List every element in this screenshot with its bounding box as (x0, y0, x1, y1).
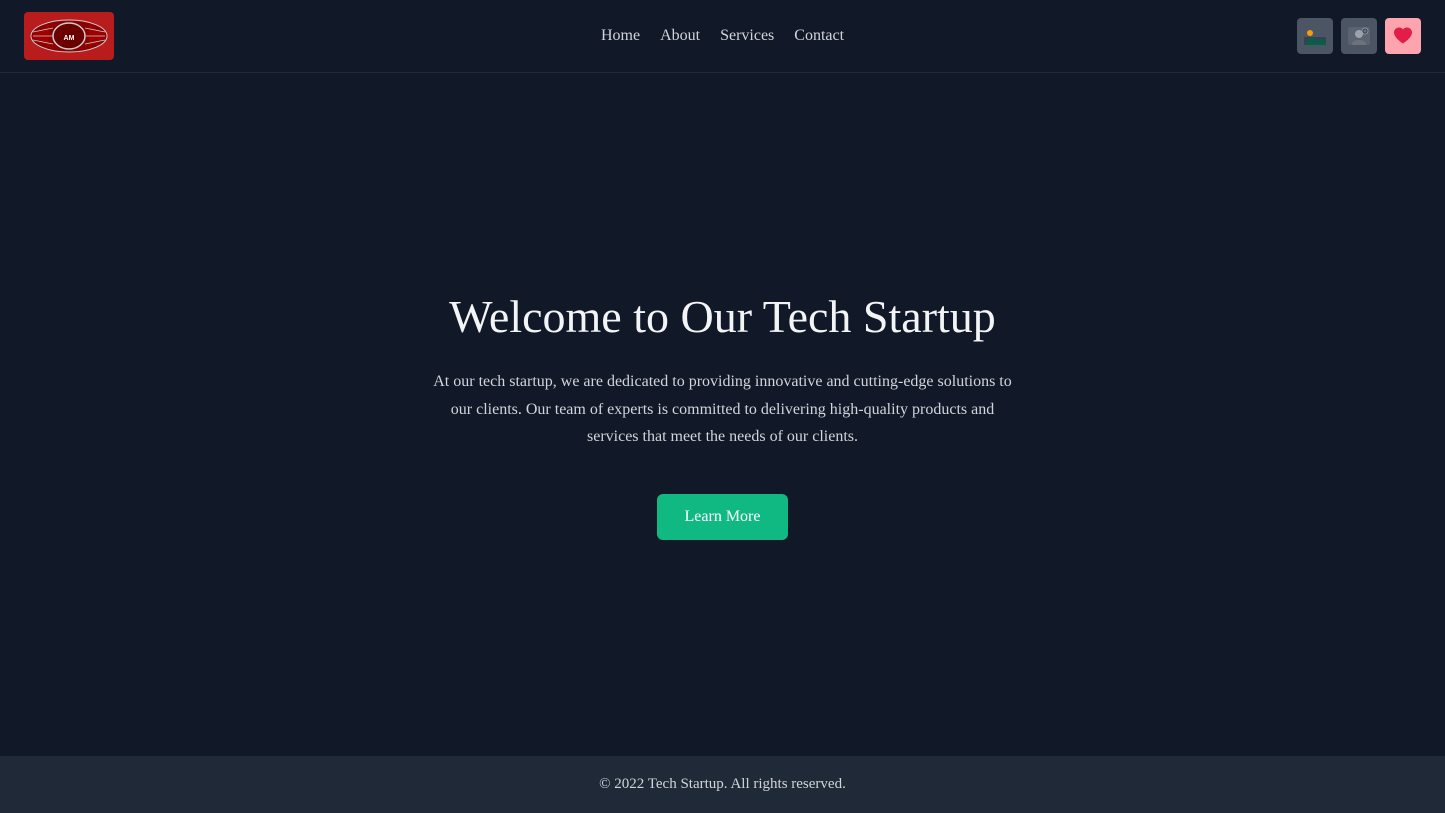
logo: AM (24, 12, 114, 60)
hero-title: Welcome to Our Tech Startup (433, 289, 1013, 344)
header-icon-1[interactable] (1297, 18, 1333, 54)
hero-description: At our tech startup, we are dedicated to… (433, 368, 1013, 450)
nav-services[interactable]: Services (720, 27, 774, 45)
logo-area: AM (24, 12, 114, 60)
learn-more-button[interactable]: Learn More (657, 494, 789, 540)
nav-contact[interactable]: Contact (794, 27, 844, 45)
svg-text:AM: AM (64, 35, 75, 42)
header-icon-2[interactable] (1341, 18, 1377, 54)
hero-content: Welcome to Our Tech Startup At our tech … (433, 289, 1013, 540)
site-header: AM Home About Services Contact (0, 0, 1445, 73)
logo-svg: AM (29, 17, 109, 55)
main-nav: Home About Services Contact (601, 27, 844, 45)
landscape-icon (1304, 27, 1326, 45)
footer-copyright: © 2022 Tech Startup. All rights reserved… (20, 776, 1425, 793)
header-icon-3[interactable] (1385, 18, 1421, 54)
site-footer: © 2022 Tech Startup. All rights reserved… (0, 756, 1445, 813)
header-icons (1297, 18, 1421, 54)
hero-section: Welcome to Our Tech Startup At our tech … (0, 73, 1445, 756)
nav-about[interactable]: About (660, 27, 700, 45)
nav-home[interactable]: Home (601, 27, 640, 45)
person-camera-icon (1348, 27, 1370, 45)
heart-icon (1392, 26, 1414, 46)
